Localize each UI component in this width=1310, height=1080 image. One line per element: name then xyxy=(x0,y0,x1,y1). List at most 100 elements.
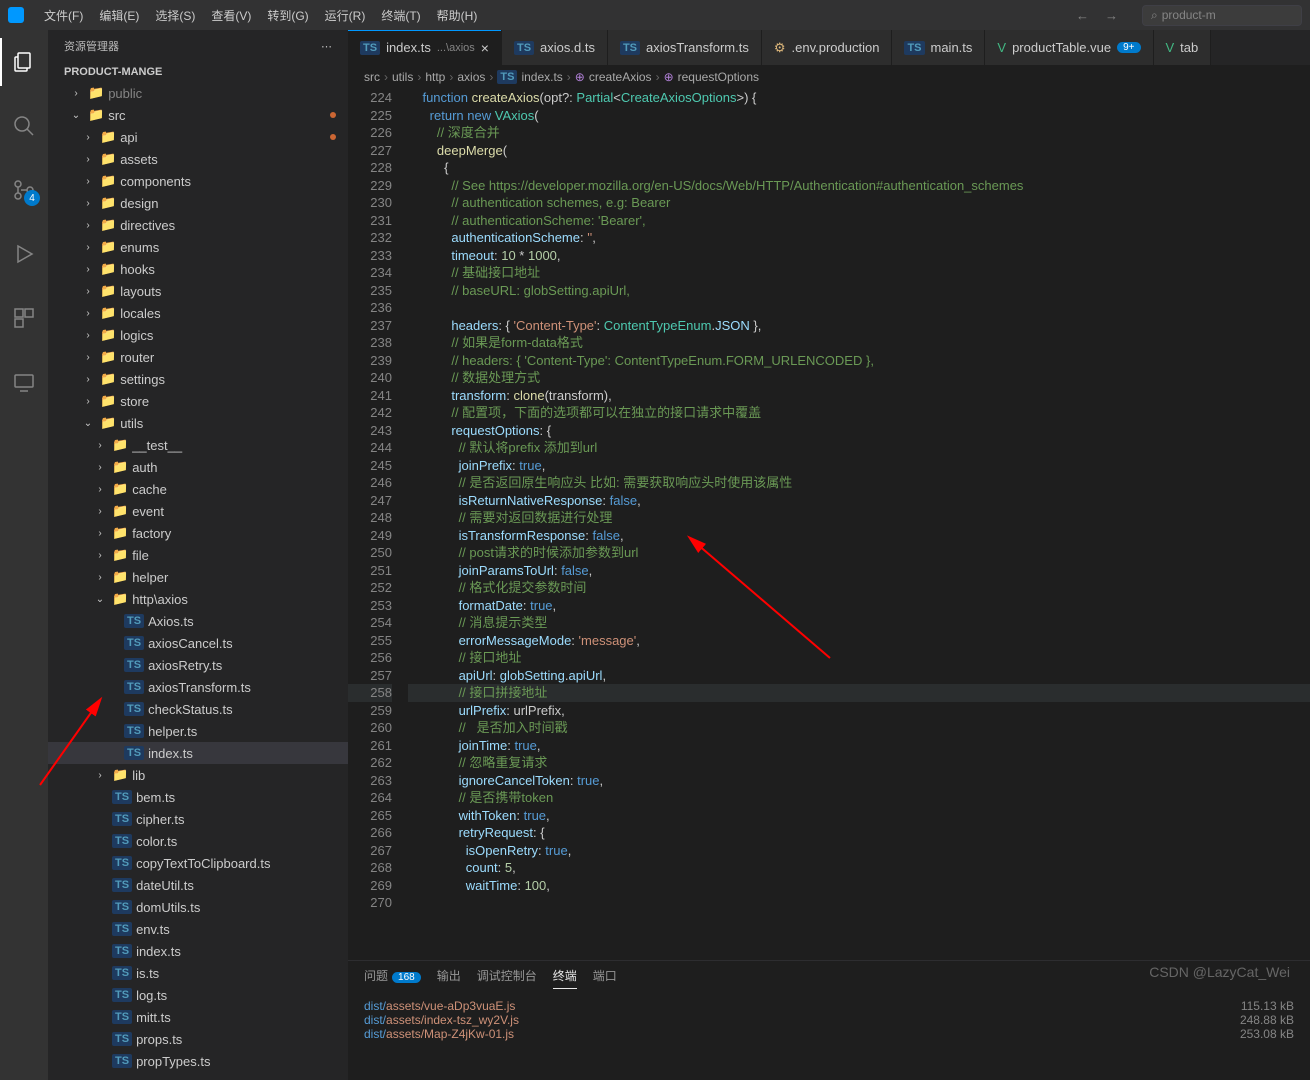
file-item[interactable]: TSis.ts xyxy=(48,962,348,984)
folder-item[interactable]: ›📁hooks xyxy=(48,258,348,280)
menu-item[interactable]: 帮助(H) xyxy=(429,5,486,26)
file-item[interactable]: TSAxios.ts xyxy=(48,610,348,632)
tree-item-label: __test__ xyxy=(132,438,182,453)
chevron-icon: › xyxy=(80,352,96,363)
folder-item[interactable]: ⌄📁src xyxy=(48,104,348,126)
folder-item[interactable]: ›📁logics xyxy=(48,324,348,346)
folder-item[interactable]: ›📁layouts xyxy=(48,280,348,302)
file-item[interactable]: TSbem.ts xyxy=(48,786,348,808)
folder-item[interactable]: ›📁settings xyxy=(48,368,348,390)
folder-item[interactable]: ›📁locales xyxy=(48,302,348,324)
folder-icon: 📁 xyxy=(100,217,116,233)
file-item[interactable]: TScheckStatus.ts xyxy=(48,698,348,720)
file-item[interactable]: TSdateUtil.ts xyxy=(48,874,348,896)
editor-tab[interactable]: Vtab xyxy=(1154,30,1212,65)
more-icon[interactable]: ⋯ xyxy=(321,40,332,53)
breadcrumb-segment[interactable]: index.ts xyxy=(521,70,562,84)
folder-item[interactable]: ›📁router xyxy=(48,346,348,368)
ts-icon: TS xyxy=(124,658,144,672)
folder-item[interactable]: ⌄📁utils xyxy=(48,412,348,434)
editor-tab[interactable]: TSmain.ts xyxy=(892,30,985,65)
code-editor[interactable]: 2242252262272282292302312322332342352362… xyxy=(348,89,1310,960)
breadcrumb-segment[interactable]: src xyxy=(364,70,380,84)
terminal-tab[interactable]: 输出 xyxy=(437,967,461,989)
folder-item[interactable]: ›📁public xyxy=(48,82,348,104)
file-item[interactable]: TScipher.ts xyxy=(48,808,348,830)
folder-item[interactable]: ›📁enums xyxy=(48,236,348,258)
folder-item[interactable]: ›📁file xyxy=(48,544,348,566)
nav-back-icon[interactable]: ← xyxy=(1076,8,1089,23)
folder-item[interactable]: ›📁assets xyxy=(48,148,348,170)
file-item[interactable]: TScopyTextToClipboard.ts xyxy=(48,852,348,874)
terminal-content[interactable]: dist/assets/vue-aDp3vuaE.js115.13 kBdist… xyxy=(348,995,1310,1080)
editor-tab[interactable]: TSaxiosTransform.ts xyxy=(608,30,762,65)
source-control-activity[interactable]: 4 xyxy=(0,166,48,214)
breadcrumb-segment[interactable]: http xyxy=(425,70,445,84)
close-icon[interactable]: × xyxy=(481,40,489,56)
terminal-tab[interactable]: 端口 xyxy=(593,967,617,989)
breadcrumb[interactable]: src›utils›http›axios›TSindex.ts›⊕createA… xyxy=(348,65,1310,89)
terminal-tab[interactable]: 终端 xyxy=(553,967,577,989)
folder-item[interactable]: ›📁__test__ xyxy=(48,434,348,456)
project-name[interactable]: PRODUCT-MANGE xyxy=(48,62,348,82)
sidebar: 资源管理器 ⋯ PRODUCT-MANGE ›📁public⌄📁src›📁api… xyxy=(48,30,348,1080)
menu-item[interactable]: 编辑(E) xyxy=(91,5,147,26)
chevron-icon: › xyxy=(92,770,108,781)
editor-tab[interactable]: TSaxios.d.ts xyxy=(502,30,608,65)
folder-item[interactable]: ›📁lib xyxy=(48,764,348,786)
explorer-activity[interactable] xyxy=(0,38,48,86)
breadcrumb-segment[interactable]: utils xyxy=(392,70,413,84)
menu-item[interactable]: 终端(T) xyxy=(373,5,428,26)
code-content[interactable]: function createAxios(opt?: Partial<Creat… xyxy=(408,89,1310,960)
command-search[interactable]: ⌕ product-m xyxy=(1142,5,1302,26)
menu-item[interactable]: 文件(F) xyxy=(36,5,91,26)
file-item[interactable]: TSaxiosRetry.ts xyxy=(48,654,348,676)
folder-item[interactable]: ›📁store xyxy=(48,390,348,412)
editor-tab[interactable]: ⚙.env.production xyxy=(762,30,893,65)
file-item[interactable]: TShelper.ts xyxy=(48,720,348,742)
folder-icon: 📁 xyxy=(100,129,116,145)
ts-icon: TS xyxy=(112,790,132,804)
breadcrumb-sep: › xyxy=(656,70,660,84)
folder-item[interactable]: ›📁components xyxy=(48,170,348,192)
file-item[interactable]: TSpropTypes.ts xyxy=(48,1050,348,1072)
file-item[interactable]: TSenv.ts xyxy=(48,918,348,940)
folder-item[interactable]: ⌄📁http\axios xyxy=(48,588,348,610)
folder-item[interactable]: ›📁auth xyxy=(48,456,348,478)
breadcrumb-segment[interactable]: requestOptions xyxy=(678,70,759,84)
menu-item[interactable]: 选择(S) xyxy=(147,5,203,26)
folder-item[interactable]: ›📁api xyxy=(48,126,348,148)
file-item[interactable]: TScolor.ts xyxy=(48,830,348,852)
folder-item[interactable]: ›📁factory xyxy=(48,522,348,544)
run-activity[interactable] xyxy=(0,230,48,278)
search-activity[interactable] xyxy=(0,102,48,150)
editor-tab[interactable]: TSindex.ts...\axios× xyxy=(348,30,502,65)
menu-item[interactable]: 转到(G) xyxy=(259,5,316,26)
editor-tab[interactable]: VproductTable.vue9+ xyxy=(985,30,1153,65)
breadcrumb-segment[interactable]: createAxios xyxy=(589,70,652,84)
folder-item[interactable]: ›📁helper xyxy=(48,566,348,588)
ts-icon: TS xyxy=(112,922,132,936)
nav-forward-icon[interactable]: → xyxy=(1105,8,1118,23)
remote-activity[interactable] xyxy=(0,358,48,406)
folder-icon: 📁 xyxy=(100,283,116,299)
terminal-tab[interactable]: 调试控制台 xyxy=(477,967,537,989)
breadcrumb-segment[interactable]: axios xyxy=(457,70,485,84)
file-item[interactable]: TSindex.ts xyxy=(48,742,348,764)
file-item[interactable]: TSaxiosTransform.ts xyxy=(48,676,348,698)
file-item[interactable]: TSdomUtils.ts xyxy=(48,896,348,918)
folder-item[interactable]: ›📁design xyxy=(48,192,348,214)
file-item[interactable]: TSlog.ts xyxy=(48,984,348,1006)
menu-item[interactable]: 查看(V) xyxy=(203,5,259,26)
folder-item[interactable]: ›📁cache xyxy=(48,478,348,500)
menu-item[interactable]: 运行(R) xyxy=(317,5,374,26)
extensions-activity[interactable] xyxy=(0,294,48,342)
file-item[interactable]: TSprops.ts xyxy=(48,1028,348,1050)
file-item[interactable]: TSaxiosCancel.ts xyxy=(48,632,348,654)
file-item[interactable]: TSindex.ts xyxy=(48,940,348,962)
file-item[interactable]: TSmitt.ts xyxy=(48,1006,348,1028)
terminal-tab[interactable]: 问题168 xyxy=(364,967,421,989)
tab-label: .env.production xyxy=(792,40,880,55)
folder-item[interactable]: ›📁event xyxy=(48,500,348,522)
folder-item[interactable]: ›📁directives xyxy=(48,214,348,236)
